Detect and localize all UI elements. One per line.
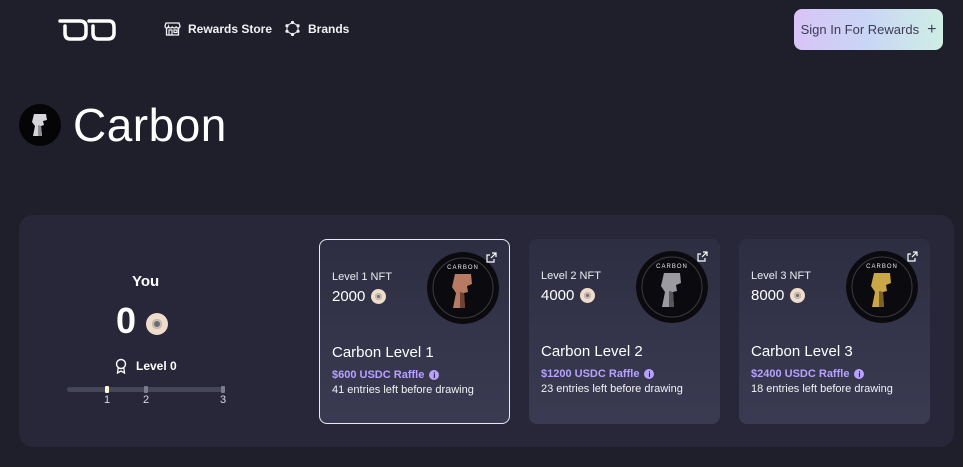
card-price: 2000 — [332, 288, 387, 305]
nav-label: Rewards Store — [188, 21, 273, 36]
points-value: 0 — [116, 300, 137, 341]
info-icon[interactable]: i — [644, 369, 655, 379]
external-link-icon[interactable] — [697, 251, 708, 262]
card-raffle: $600 USDC Raffle i — [332, 369, 440, 381]
nav-rewards-store[interactable]: Rewards Store — [164, 20, 272, 37]
level-tick — [105, 386, 109, 393]
svg-text:CARBON: CARBON — [656, 264, 688, 270]
card-level-label: Level 1 NFT — [332, 271, 392, 283]
nav-brands[interactable]: Brands — [284, 20, 349, 37]
nft-card-level-3[interactable]: Level 3 NFT 8000 CARBON Carbon Level 3 $… — [739, 239, 930, 424]
nft-card-level-2[interactable]: Level 2 NFT 4000 CARBON Carbon Level 2 $… — [529, 239, 720, 424]
raffle-label: $1200 USDC Raffle — [541, 368, 640, 380]
coin-icon — [146, 313, 168, 335]
page-title: Carbon — [73, 99, 227, 151]
svg-text:CARBON: CARBON — [447, 265, 479, 271]
card-price-value: 4000 — [541, 287, 575, 304]
card-price: 4000 — [541, 287, 596, 304]
external-link-icon[interactable] — [486, 252, 497, 263]
raffle-label: $2400 USDC Raffle — [751, 368, 850, 380]
tick-label: 1 — [104, 394, 111, 406]
info-icon[interactable]: i — [854, 369, 865, 379]
storefront-icon — [164, 22, 181, 36]
card-price: 8000 — [751, 287, 806, 304]
award-icon — [115, 358, 127, 374]
card-title: Carbon Level 1 — [332, 344, 434, 361]
level-tick — [144, 386, 148, 393]
card-title: Carbon Level 2 — [541, 343, 643, 360]
DO-logo[interactable] — [58, 18, 116, 42]
info-icon[interactable]: i — [429, 370, 440, 380]
card-price-value: 8000 — [751, 287, 785, 304]
coin-icon — [790, 288, 806, 303]
carbon-badge-icon: CARBON — [432, 257, 494, 319]
carbon-badge-icon: CARBON — [641, 256, 703, 318]
brands-icon — [285, 20, 300, 37]
card-price-value: 2000 — [332, 288, 366, 305]
brand-avatar — [19, 104, 61, 146]
tick-label: 2 — [143, 394, 150, 406]
card-entries: 41 entries left before drawing — [332, 384, 474, 396]
external-link-icon[interactable] — [907, 251, 918, 262]
card-entries: 18 entries left before drawing — [751, 383, 893, 395]
sign-in-button[interactable]: Sign In For Rewards + — [794, 9, 943, 50]
level-tick — [221, 386, 225, 393]
raffle-label: $600 USDC Raffle — [332, 369, 425, 381]
you-label: You — [132, 273, 160, 290]
level-indicator: Level 0 — [114, 358, 177, 374]
card-entries: 23 entries left before drawing — [541, 383, 683, 395]
card-raffle: $1200 USDC Raffle i — [541, 368, 655, 380]
level-label: Level 0 — [136, 359, 177, 373]
nav-label: Brands — [308, 21, 350, 36]
coin-icon — [371, 289, 387, 304]
coin-icon — [580, 288, 596, 303]
card-title: Carbon Level 3 — [751, 343, 853, 360]
carbon-badge-icon: CARBON — [851, 256, 913, 318]
svg-text:CARBON: CARBON — [866, 264, 898, 270]
tick-label: 3 — [220, 394, 227, 406]
card-level-label: Level 3 NFT — [751, 270, 811, 282]
sign-in-label: Sign In For Rewards — [800, 22, 920, 37]
card-level-label: Level 2 NFT — [541, 270, 601, 282]
nft-card-level-1[interactable]: Level 1 NFT 2000 CARBON Carbon Level 1 $… — [319, 239, 510, 424]
card-raffle: $2400 USDC Raffle i — [751, 368, 865, 380]
moai-icon — [32, 114, 47, 136]
plus-icon: + — [927, 20, 937, 38]
